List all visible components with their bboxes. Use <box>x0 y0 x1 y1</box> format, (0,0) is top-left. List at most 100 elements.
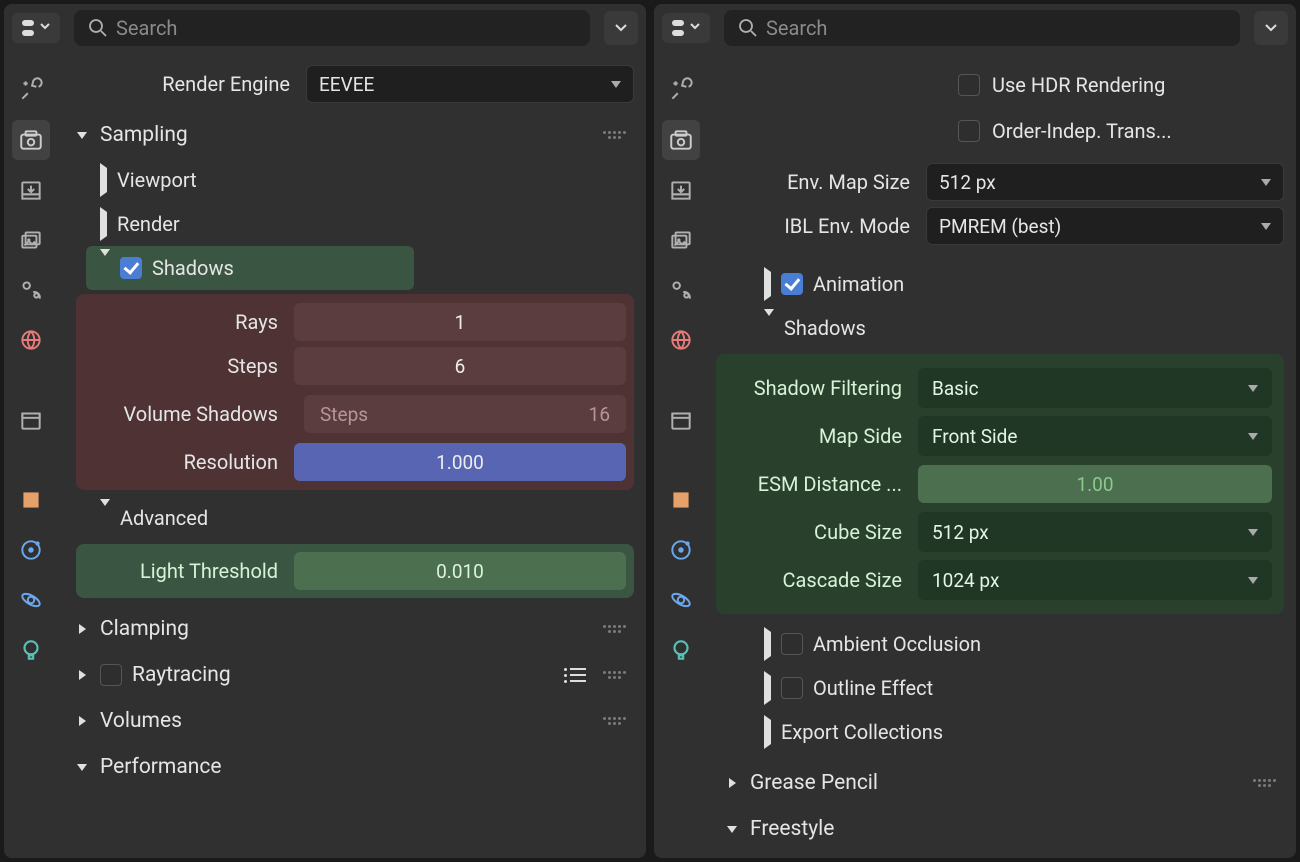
rays-field[interactable]: 1 <box>294 303 626 341</box>
subsection-animation[interactable]: Animation <box>716 262 1284 306</box>
subsection-render-label: Render <box>117 212 180 236</box>
tab-constraints[interactable] <box>662 530 700 570</box>
subsection-shadows[interactable]: Shadows <box>86 246 414 290</box>
properties-content[interactable]: Render Engine EEVEE Sampling Viewport <box>58 52 646 858</box>
cascade-value: 1024 px <box>932 569 999 592</box>
volume-steps-label: Steps <box>320 403 368 426</box>
render-engine-row: Render Engine EEVEE <box>66 62 634 106</box>
tab-output[interactable] <box>662 170 700 210</box>
cascade-label: Cascade Size <box>728 568 908 592</box>
tab-object[interactable] <box>12 480 50 520</box>
render-engine-dropdown[interactable]: EEVEE <box>306 65 634 103</box>
cube-label: Cube Size <box>728 520 908 544</box>
shadows-checkbox[interactable] <box>120 257 142 279</box>
tab-world[interactable] <box>12 320 50 360</box>
esm-row: ESM Distance ... 1.00 <box>728 460 1272 508</box>
search-field[interactable] <box>74 10 590 46</box>
editor-type-button[interactable] <box>662 13 710 43</box>
scene-icon <box>18 277 44 303</box>
disclosure-icon <box>74 127 90 143</box>
section-grease-pencil[interactable]: Grease Pencil <box>716 760 1284 806</box>
shadows-label: Shadows <box>784 316 866 340</box>
drag-handle-icon[interactable] <box>602 668 626 682</box>
editor-type-button[interactable] <box>12 13 60 43</box>
tab-collection[interactable] <box>662 400 700 440</box>
subsection-render[interactable]: Render <box>66 202 634 246</box>
section-performance[interactable]: Performance <box>66 744 634 790</box>
section-clamping-label: Clamping <box>100 617 189 641</box>
animation-checkbox[interactable] <box>781 273 803 295</box>
properties-content[interactable]: Use HDR Rendering Order-Indep. Trans... … <box>708 52 1296 858</box>
esm-field[interactable]: 1.00 <box>918 465 1272 503</box>
world-icon <box>668 327 694 353</box>
physics-icon <box>18 587 44 613</box>
tab-physics[interactable] <box>662 580 700 620</box>
tab-data[interactable] <box>12 630 50 670</box>
volume-steps-field[interactable]: Steps 16 <box>304 395 626 433</box>
tab-tool[interactable] <box>12 70 50 110</box>
tab-view-layer[interactable] <box>662 220 700 260</box>
ibl-dropdown[interactable]: PMREM (best) <box>926 207 1284 245</box>
tab-scene[interactable] <box>12 270 50 310</box>
drag-handle-icon[interactable] <box>602 622 626 636</box>
cascade-row: Cascade Size 1024 px <box>728 556 1272 604</box>
ibl-value: PMREM (best) <box>939 215 1061 238</box>
chevron-down-icon <box>1261 223 1271 230</box>
cube-dropdown[interactable]: 512 px <box>918 512 1272 552</box>
subsection-advanced[interactable]: Advanced <box>66 496 634 540</box>
tab-world[interactable] <box>662 320 700 360</box>
search-input[interactable] <box>116 16 576 40</box>
search-field[interactable] <box>724 10 1240 46</box>
section-sampling[interactable]: Sampling <box>66 112 634 158</box>
ibl-row: IBL Env. Mode PMREM (best) <box>716 204 1284 248</box>
subsection-export[interactable]: Export Collections <box>716 710 1284 754</box>
layers-icon <box>668 227 694 253</box>
tab-output[interactable] <box>12 170 50 210</box>
outline-label: Outline Effect <box>813 676 933 700</box>
section-volumes[interactable]: Volumes <box>66 698 634 744</box>
drag-handle-icon[interactable] <box>602 714 626 728</box>
ao-checkbox[interactable] <box>781 633 803 655</box>
section-volumes-label: Volumes <box>100 709 182 733</box>
tab-render[interactable] <box>662 120 700 160</box>
preset-icon[interactable] <box>564 668 586 683</box>
tab-object[interactable] <box>662 480 700 520</box>
steps-field[interactable]: 6 <box>294 347 626 385</box>
env-size-dropdown[interactable]: 512 px <box>926 163 1284 201</box>
section-raytracing[interactable]: Raytracing <box>66 652 634 698</box>
tab-constraints[interactable] <box>12 530 50 570</box>
filtering-dropdown[interactable]: Basic <box>918 368 1272 408</box>
tab-data[interactable] <box>662 630 700 670</box>
section-performance-label: Performance <box>100 755 221 779</box>
tab-scene[interactable] <box>662 270 700 310</box>
drag-handle-icon[interactable] <box>602 128 626 142</box>
drag-handle-icon[interactable] <box>1252 776 1276 790</box>
resolution-field[interactable]: 1.000 <box>294 443 626 481</box>
disclosure-icon <box>724 821 740 837</box>
tab-tool[interactable] <box>662 70 700 110</box>
mapside-dropdown[interactable]: Front Side <box>918 416 1272 456</box>
subsection-outline[interactable]: Outline Effect <box>716 666 1284 710</box>
options-button[interactable] <box>1254 11 1288 45</box>
tab-render[interactable] <box>12 120 50 160</box>
oit-checkbox[interactable] <box>958 120 980 142</box>
subsection-ao[interactable]: Ambient Occlusion <box>716 622 1284 666</box>
outline-checkbox[interactable] <box>781 677 803 699</box>
advanced-block: Light Threshold 0.010 <box>76 544 634 598</box>
raytracing-checkbox[interactable] <box>100 664 122 686</box>
section-clamping[interactable]: Clamping <box>66 606 634 652</box>
animation-label: Animation <box>813 272 904 296</box>
options-button[interactable] <box>604 11 638 45</box>
search-input[interactable] <box>766 16 1226 40</box>
light-threshold-row: Light Threshold 0.010 <box>84 550 626 592</box>
subsection-viewport[interactable]: Viewport <box>66 158 634 202</box>
hdr-checkbox[interactable] <box>958 74 980 96</box>
subsection-shadows[interactable]: Shadows <box>716 306 1284 350</box>
tab-collection[interactable] <box>12 400 50 440</box>
cascade-dropdown[interactable]: 1024 px <box>918 560 1272 600</box>
light-threshold-field[interactable]: 0.010 <box>294 552 626 590</box>
section-freestyle[interactable]: Freestyle <box>716 806 1284 852</box>
tab-view-layer[interactable] <box>12 220 50 260</box>
env-size-label: Env. Map Size <box>716 170 916 194</box>
tab-physics[interactable] <box>12 580 50 620</box>
